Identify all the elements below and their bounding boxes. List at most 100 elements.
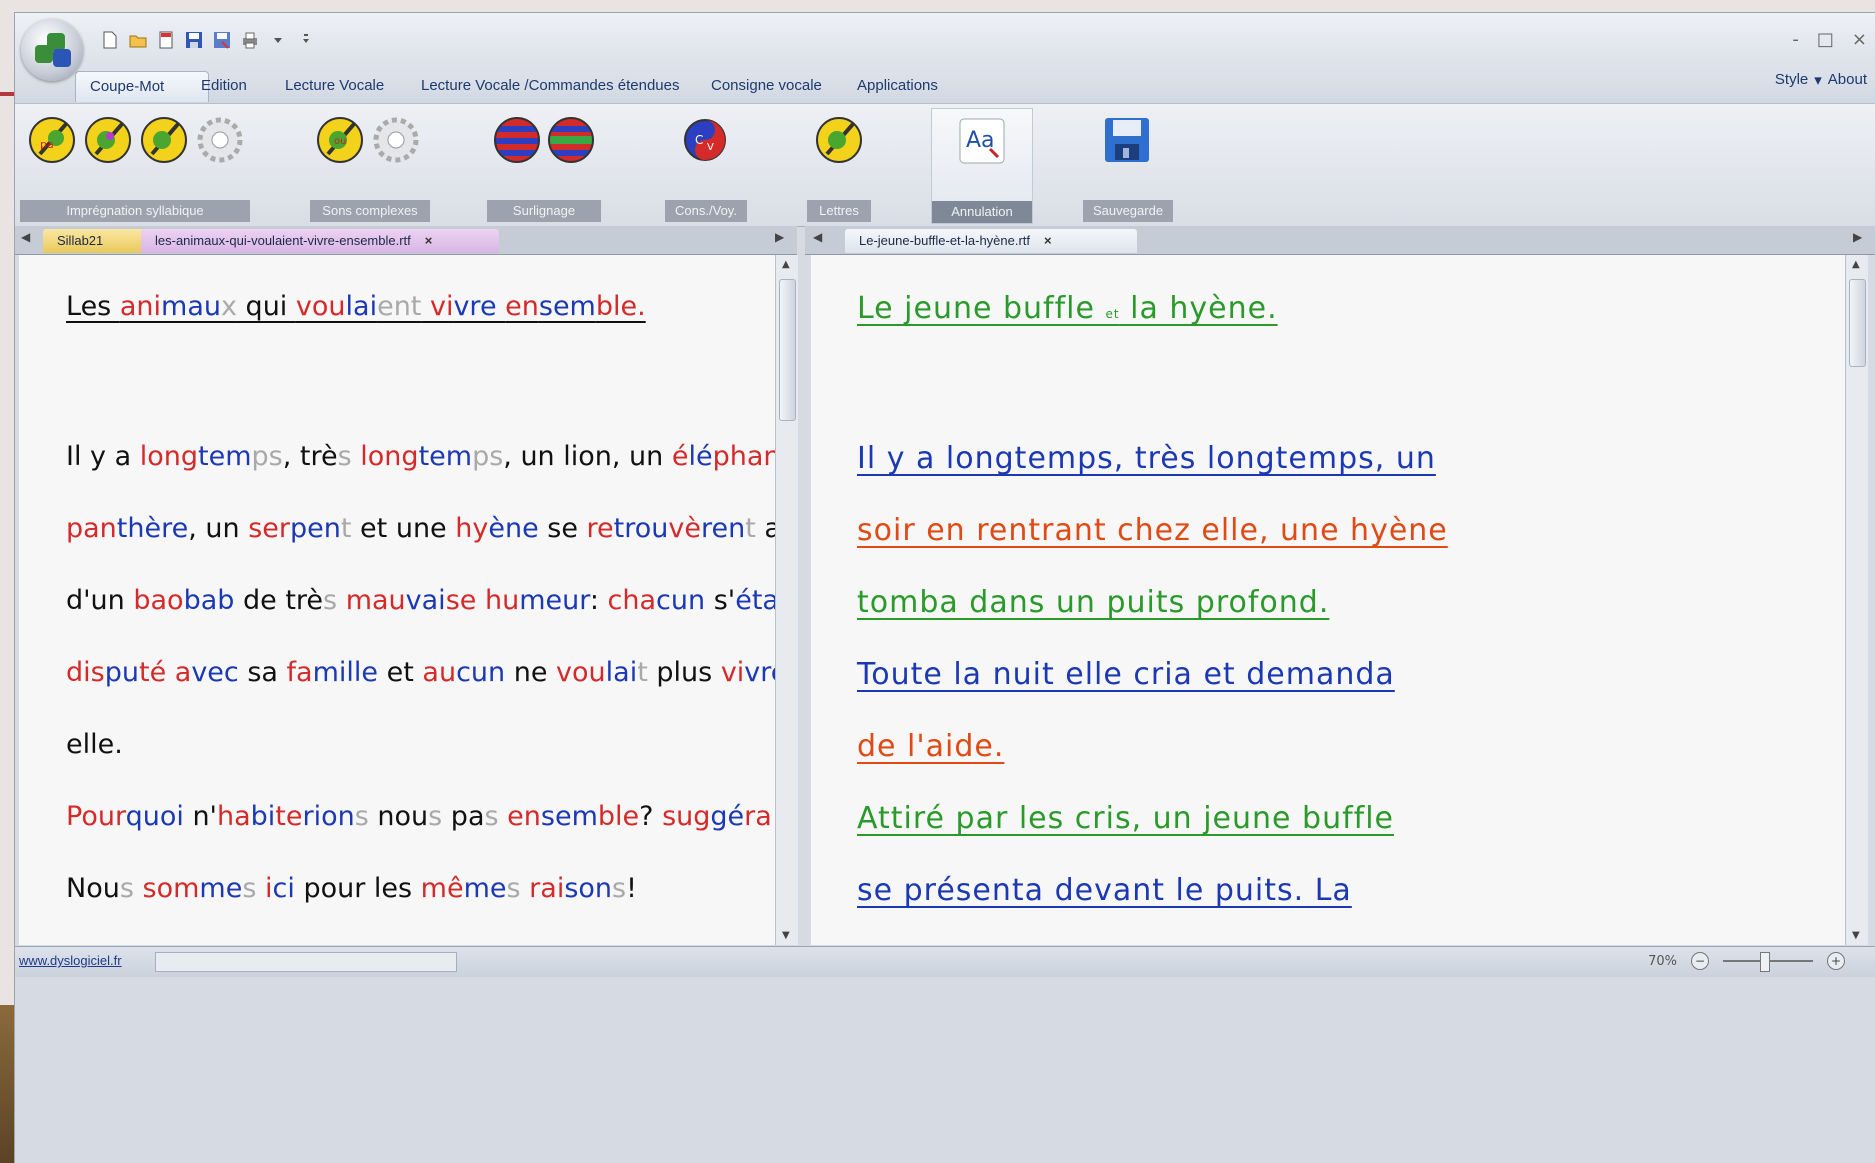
syllable-segment: nou: [368, 801, 429, 832]
app-menu-button[interactable]: [21, 19, 83, 81]
line-text: Il y a longtemps, très longtemps, un: [857, 441, 1436, 476]
syllable-segment: ble.: [595, 291, 646, 322]
tab-lecture-vocale-commandes[interactable]: Lecture Vocale /Commandes étendues: [407, 71, 694, 101]
syllable-segment: ra: [744, 801, 772, 832]
stripe-red-blue-icon[interactable]: [491, 114, 543, 166]
new-icon[interactable]: [99, 29, 121, 51]
syllable-segment: t: [637, 657, 648, 688]
zoom-out-button[interactable]: −: [1691, 952, 1709, 970]
syllable-segment: me: [199, 873, 243, 904]
syllable-green-icon[interactable]: [813, 114, 865, 166]
minimize-button[interactable]: -: [1792, 29, 1799, 50]
group-label: Sons complexes: [310, 200, 430, 222]
scroll-left-icon[interactable]: ◀: [21, 230, 30, 244]
close-icon[interactable]: ×: [1044, 233, 1052, 248]
scrollbar-thumb[interactable]: [1849, 279, 1866, 367]
scrollbar-thumb[interactable]: [779, 279, 796, 421]
left-scrollbar[interactable]: ▲ ▼: [775, 255, 798, 945]
tab-label: Le-jeune-buffle-et-la-hyène.rtf: [859, 233, 1031, 248]
syllable-segment: vre: [453, 291, 506, 322]
restore-button[interactable]: □: [1817, 29, 1834, 50]
syllable-segment: ène: [488, 513, 539, 544]
save-icon[interactable]: [1101, 114, 1153, 166]
title-bar: - □ ×: [15, 13, 1875, 63]
gear-icon[interactable]: [370, 114, 422, 166]
syllable-segment: t: [745, 513, 756, 544]
about-link[interactable]: About: [1828, 71, 1867, 89]
syllable-segment: s: [119, 873, 134, 904]
right-scrollbar[interactable]: ▲ ▼: [1845, 255, 1868, 945]
line-text: de l'aide.: [857, 729, 1005, 764]
syllable-segment: son: [564, 873, 613, 904]
zoom-in-button[interactable]: +: [1827, 952, 1845, 970]
background-accent: [0, 92, 14, 96]
syllable-segment: vi: [421, 291, 454, 322]
tab-edition[interactable]: Edition: [187, 71, 261, 101]
tab-animaux-doc[interactable]: les-animaux-qui-voulaient-vivre-ensemble…: [141, 229, 499, 253]
syllable-segment: vai: [405, 585, 446, 616]
close-icon[interactable]: ×: [425, 233, 433, 248]
syllable-segment: pa: [442, 801, 485, 832]
scroll-up-icon[interactable]: ▲: [1852, 259, 1860, 270]
syllable-segment: , trè: [282, 441, 338, 472]
gear-icon[interactable]: [194, 114, 246, 166]
tab-consigne-vocale[interactable]: Consigne vocale: [697, 71, 836, 101]
syllable-segment: et: [378, 657, 423, 688]
dropdown-icon[interactable]: [267, 29, 289, 51]
website-link[interactable]: www.dyslogiciel.fr: [19, 953, 122, 968]
svg-text:pa: pa: [40, 138, 54, 151]
syllable-segment: cun: [456, 657, 506, 688]
syllable-segment: ne: [505, 657, 557, 688]
syllable-segment: lai: [605, 657, 638, 688]
document-line: d'un baobab de très mauvaise humeur: cha…: [66, 585, 775, 616]
app-window: - □ × Coupe-Mot Edition Lecture Vocale L…: [14, 12, 1875, 1163]
style-menu[interactable]: Style: [1775, 71, 1808, 89]
scroll-left-icon[interactable]: ◀: [813, 230, 822, 244]
syllable-segment: re: [586, 513, 614, 544]
syllable-segment: Nou: [66, 873, 120, 904]
tab-buffle-doc[interactable]: Le-jeune-buffle-et-la-hyène.rtf ×: [845, 229, 1137, 253]
pdf-icon[interactable]: [155, 29, 177, 51]
right-document[interactable]: Le jeune buffle et la hyène. Il y a longt…: [811, 255, 1846, 945]
syllable-segment: Les: [66, 291, 120, 322]
syllable-green-icon[interactable]: [82, 114, 134, 166]
cons-voy-icon[interactable]: CV: [679, 114, 731, 166]
svg-text:C: C: [695, 133, 703, 147]
print-icon[interactable]: [239, 29, 261, 51]
group-annulation: Aa Annulation: [931, 108, 1033, 224]
syllable-segment: é: [671, 441, 689, 472]
left-document[interactable]: Les animaux qui voulaient vivre ensemble…: [19, 255, 776, 945]
scroll-up-icon[interactable]: ▲: [782, 259, 790, 270]
syllable-segment: s: [242, 873, 257, 904]
scroll-right-icon[interactable]: ▶: [775, 230, 784, 244]
customize-icon[interactable]: [295, 29, 317, 51]
syllable-segment: gé: [710, 801, 745, 832]
syllable-segment: ani: [119, 291, 162, 322]
document-line: Nous sommes ici pour les mêmes raisons!: [66, 873, 637, 904]
close-button[interactable]: ×: [1852, 29, 1867, 50]
chevron-down-icon[interactable]: ▾: [1814, 71, 1822, 89]
save-icon[interactable]: [183, 29, 205, 51]
syllable-segment: se: [538, 513, 587, 544]
status-field: [155, 952, 457, 972]
syllable-segment: s: [612, 873, 627, 904]
app-logo-piece: [53, 49, 71, 67]
syllable-green-icon[interactable]: [138, 114, 190, 166]
group-impregnation-syllabique: pa Imprégnation syllabique: [20, 108, 250, 222]
syllable-segment: som: [133, 873, 200, 904]
open-icon[interactable]: [127, 29, 149, 51]
undo-format-icon[interactable]: Aa: [956, 115, 1008, 167]
stripe-red-green-icon[interactable]: [545, 114, 597, 166]
group-label: Surlignage: [487, 200, 601, 222]
zoom-slider-knob[interactable]: [1760, 952, 1770, 972]
save-as-icon[interactable]: [211, 29, 233, 51]
zoom-slider[interactable]: [1723, 952, 1813, 972]
syllable-green-icon[interactable]: ou: [314, 114, 366, 166]
syllable-green-icon[interactable]: pa: [26, 114, 78, 166]
scroll-right-icon[interactable]: ▶: [1853, 230, 1862, 244]
scroll-down-icon[interactable]: ▼: [1852, 930, 1860, 941]
tab-applications[interactable]: Applications: [843, 71, 952, 101]
tab-lecture-vocale[interactable]: Lecture Vocale: [271, 71, 398, 101]
scroll-down-icon[interactable]: ▼: [782, 930, 790, 941]
tab-sillab21[interactable]: Sillab21: [43, 229, 151, 253]
